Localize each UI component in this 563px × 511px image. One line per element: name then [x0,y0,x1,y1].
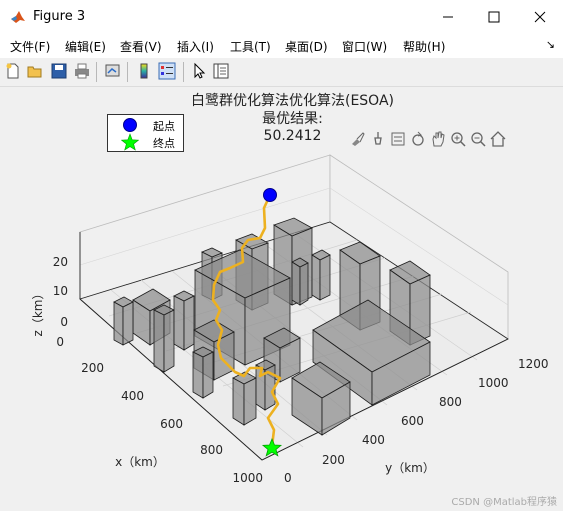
brush-icon[interactable] [349,130,367,148]
window-title: Figure 3 [33,9,86,24]
figure-toolbar [0,58,563,87]
restore-view-icon[interactable] [389,130,407,148]
maximize-icon [488,11,500,23]
window-title-bar: Figure 3 [0,0,563,34]
zoom-out-icon[interactable] [469,130,487,148]
rotate-icon[interactable] [409,130,427,148]
legend-star-marker-icon [121,133,139,151]
colorbar-icon[interactable] [135,62,153,80]
menu-desktop[interactable]: 桌面(D) [285,38,328,55]
minimize-icon [443,16,453,18]
legend-circle-marker-icon [123,118,137,132]
menu-overflow-arrow-icon[interactable]: ↘ [546,38,555,51]
home-icon[interactable] [489,130,507,148]
menu-bar: 文件(F) 编辑(E) 查看(V) 插入(I) 工具(T) 桌面(D) 窗口(W… [0,34,563,58]
link-plot-icon[interactable] [104,62,122,80]
zoom-in-icon[interactable] [449,130,467,148]
maximize-button[interactable] [471,0,517,34]
print-icon[interactable] [73,62,91,80]
property-inspector-icon[interactable] [212,62,230,80]
plot-title: 白鹭群优化算法优化算法(ESOA) [190,93,394,109]
legend-label: 起点 [153,120,175,133]
menu-insert[interactable]: 插入(I) [177,38,214,55]
data-tips-icon[interactable] [369,130,387,148]
menu-file[interactable]: 文件(F) [10,38,50,55]
menu-window[interactable]: 窗口(W) [342,38,387,55]
edit-plot-icon[interactable] [190,62,208,80]
toolbar-separator [183,62,184,82]
legend-label: 终点 [153,137,175,150]
legend-icon[interactable] [158,62,176,80]
menu-tools[interactable]: 工具(T) [230,38,271,55]
menu-help[interactable]: 帮助(H) [403,38,445,55]
menu-edit[interactable]: 编辑(E) [65,38,106,55]
plot-legend[interactable]: 起点 终点 [107,114,184,152]
pan-icon[interactable] [429,130,447,148]
legend-entry-start: 起点 [108,116,183,133]
open-file-icon[interactable] [26,62,44,80]
close-icon [534,11,546,23]
legend-entry-end: 终点 [108,133,183,151]
save-icon[interactable] [50,62,68,80]
plot-subtitle: 最优结果: [262,111,323,127]
watermark: CSDN @Matlab程序猿 [451,497,557,508]
menu-view[interactable]: 查看(V) [120,38,162,55]
figure-canvas [0,87,563,511]
toolbar-separator [127,62,128,82]
minimize-button[interactable] [425,0,471,34]
new-figure-icon[interactable] [4,62,22,80]
matlab-logo-icon [11,11,25,23]
toolbar-separator [96,62,97,82]
close-button[interactable] [517,0,563,34]
